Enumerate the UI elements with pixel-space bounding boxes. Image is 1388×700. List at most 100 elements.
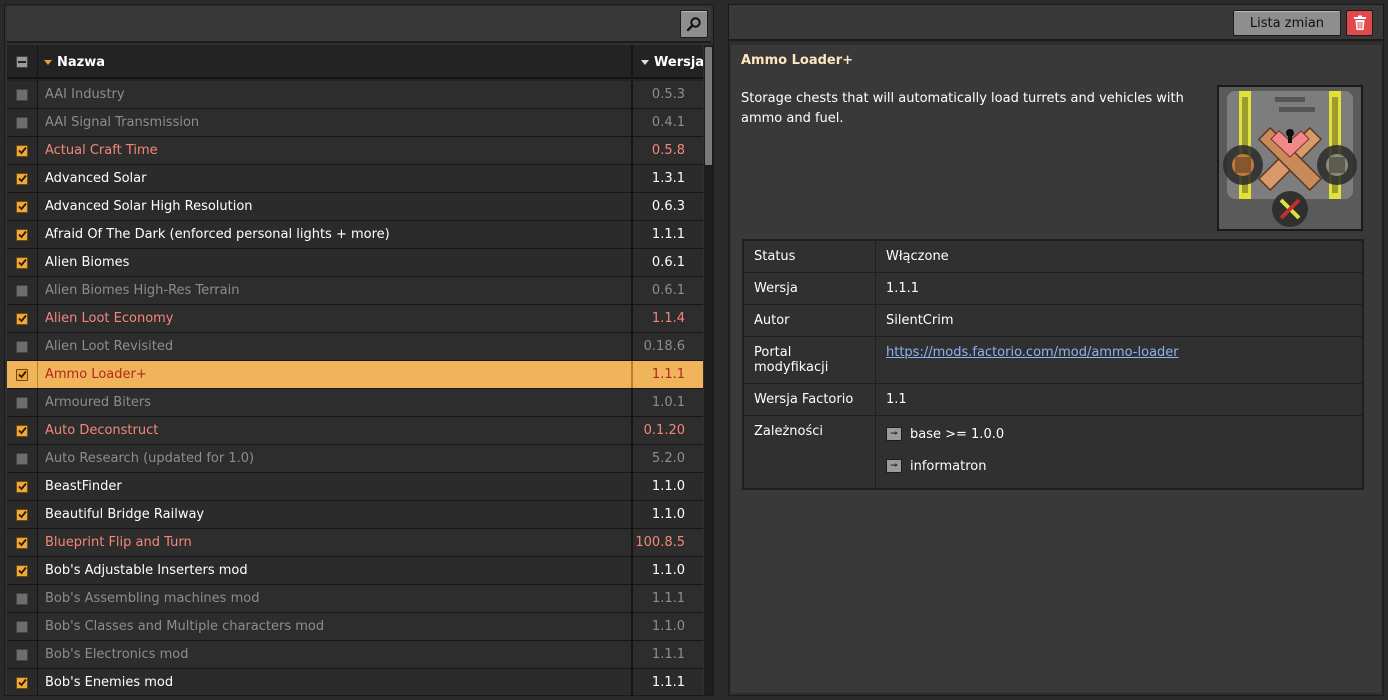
mod-version: 0.5.3 [631, 81, 703, 108]
mod-row[interactable]: Advanced Solar High Resolution 0.6.3 [7, 193, 703, 221]
mod-row[interactable]: Auto Research (updated for 1.0) 5.2.0 [7, 445, 703, 473]
sort-desc-icon [641, 59, 649, 65]
mod-row[interactable]: Actual Craft Time 0.5.8 [7, 137, 703, 165]
mod-enable-checkbox[interactable] [16, 200, 28, 213]
mod-enable-checkbox[interactable] [16, 648, 28, 661]
delete-button[interactable] [1346, 10, 1373, 36]
mod-row[interactable]: Bob's Adjustable Inserters mod 1.1.0 [7, 557, 703, 585]
info-value: Włączone [876, 241, 1362, 272]
mod-enable-checkbox[interactable] [16, 312, 28, 325]
info-row-portal: Portal modyfikacji https://mods.factorio… [744, 337, 1362, 384]
mod-version: 1.1.1 [631, 669, 703, 695]
mod-row[interactable]: Ammo Loader+ 1.1.1 [7, 361, 703, 389]
table-header: Nazwa Wersja [7, 45, 703, 79]
mod-enable-checkbox[interactable] [16, 340, 28, 353]
mod-name: Auto Deconstruct [37, 417, 631, 444]
mod-row[interactable]: Alien Loot Revisited 0.18.6 [7, 333, 703, 361]
info-key: Autor [744, 305, 876, 336]
mod-enable-checkbox[interactable] [16, 256, 28, 269]
info-key: Status [744, 241, 876, 272]
mod-checkbox-cell [7, 109, 37, 136]
mod-row[interactable]: Armoured Biters 1.0.1 [7, 389, 703, 417]
mod-table: Nazwa Wersja AAI Industry 0.5.3 AAI Signal… [7, 45, 703, 695]
mod-enable-checkbox[interactable] [16, 536, 28, 549]
mod-row[interactable]: Advanced Solar 1.3.1 [7, 165, 703, 193]
mod-version: 1.3.1 [631, 165, 703, 192]
mod-enable-checkbox[interactable] [16, 592, 28, 605]
mod-checkbox-cell [7, 389, 37, 416]
mod-enable-checkbox[interactable] [16, 88, 28, 101]
checkmark-icon [17, 258, 27, 267]
mod-version: 1.1.1 [631, 221, 703, 248]
mod-enable-checkbox[interactable] [16, 144, 28, 157]
scrollbar[interactable] [704, 45, 713, 695]
mod-name: Alien Biomes High-Res Terrain [37, 277, 631, 304]
mod-enable-checkbox[interactable] [16, 284, 28, 297]
checkmark-icon [17, 314, 27, 323]
mod-enable-checkbox[interactable] [16, 508, 28, 521]
mod-checkbox-cell [7, 613, 37, 640]
mod-checkbox-cell [7, 333, 37, 360]
mod-enable-checkbox[interactable] [16, 564, 28, 577]
info-key: Wersja Factorio [744, 384, 876, 415]
mod-checkbox-cell [7, 81, 37, 108]
mod-checkbox-cell [7, 361, 37, 388]
checkmark-icon [17, 202, 27, 211]
mod-enable-checkbox[interactable] [16, 116, 28, 129]
mod-checkbox-cell [7, 137, 37, 164]
mod-version: 1.1.0 [631, 613, 703, 640]
column-header-name[interactable]: Nazwa [37, 45, 631, 79]
select-all-checkbox[interactable] [16, 56, 28, 68]
mod-enable-checkbox[interactable] [16, 228, 28, 241]
checkmark-icon [17, 678, 27, 687]
mod-row[interactable]: Beautiful Bridge Railway 1.1.0 [7, 501, 703, 529]
mod-checkbox-cell [7, 641, 37, 668]
mod-checkbox-cell [7, 501, 37, 528]
mod-name: Auto Research (updated for 1.0) [37, 445, 631, 472]
column-header-name-label: Nazwa [57, 54, 106, 70]
portal-link[interactable]: https://mods.factorio.com/mod/ammo-loade… [886, 345, 1179, 360]
mod-name: Bob's Classes and Multiple characters mo… [37, 613, 631, 640]
mod-row[interactable]: AAI Signal Transmission 0.4.1 [7, 109, 703, 137]
mod-enable-checkbox[interactable] [16, 676, 28, 689]
mod-row[interactable]: Alien Loot Economy 1.1.4 [7, 305, 703, 333]
column-header-version-label: Wersja [654, 54, 703, 70]
mod-checkbox-cell [7, 529, 37, 556]
mod-row[interactable]: Blueprint Flip and Turn 100.8.5 [7, 529, 703, 557]
mod-name: Alien Loot Revisited [37, 333, 631, 360]
mod-enable-checkbox[interactable] [16, 620, 28, 633]
mod-row[interactable]: Bob's Electronics mod 1.1.1 [7, 641, 703, 669]
search-button[interactable] [680, 10, 708, 38]
mod-enable-checkbox[interactable] [16, 396, 28, 409]
mod-checkbox-cell [7, 445, 37, 472]
info-key: Zależności [744, 416, 876, 488]
mod-enable-checkbox[interactable] [16, 452, 28, 465]
scrollbar-thumb[interactable] [705, 47, 712, 165]
detail-content: Ammo Loader+ Storage chests that will au… [731, 45, 1381, 693]
mod-row[interactable]: AAI Industry 0.5.3 [7, 81, 703, 109]
info-row-version: Wersja 1.1.1 [744, 273, 1362, 305]
arrow-right-icon[interactable]: ➞ [886, 459, 902, 473]
mod-checkbox-cell [7, 277, 37, 304]
mod-name: AAI Industry [37, 81, 631, 108]
mod-enable-checkbox[interactable] [16, 424, 28, 437]
mod-enable-checkbox[interactable] [16, 172, 28, 185]
mod-row[interactable]: Bob's Assembling machines mod 1.1.1 [7, 585, 703, 613]
arrow-right-icon[interactable]: ➞ [886, 427, 902, 441]
mod-enable-checkbox[interactable] [16, 480, 28, 493]
mod-rows: AAI Industry 0.5.3 AAI Signal Transmission… [7, 81, 703, 695]
changelog-button[interactable]: Lista zmian [1233, 10, 1341, 36]
dependency-item: ➞ base >= 1.0.0 [886, 418, 1352, 450]
mod-row[interactable]: Alien Biomes High-Res Terrain 0.6.1 [7, 277, 703, 305]
mod-name: Actual Craft Time [37, 137, 631, 164]
info-value: https://mods.factorio.com/mod/ammo-loade… [876, 337, 1362, 383]
mod-row[interactable]: Bob's Classes and Multiple characters mo… [7, 613, 703, 641]
mod-row[interactable]: Afraid Of The Dark (enforced personal li… [7, 221, 703, 249]
mod-name: Bob's Adjustable Inserters mod [37, 557, 631, 584]
mod-row[interactable]: BeastFinder 1.1.0 [7, 473, 703, 501]
mod-enable-checkbox[interactable] [16, 368, 28, 381]
mod-row[interactable]: Bob's Enemies mod 1.1.1 [7, 669, 703, 695]
mod-row[interactable]: Alien Biomes 0.6.1 [7, 249, 703, 277]
mod-row[interactable]: Auto Deconstruct 0.1.20 [7, 417, 703, 445]
column-header-version[interactable]: Wersja [631, 45, 703, 79]
